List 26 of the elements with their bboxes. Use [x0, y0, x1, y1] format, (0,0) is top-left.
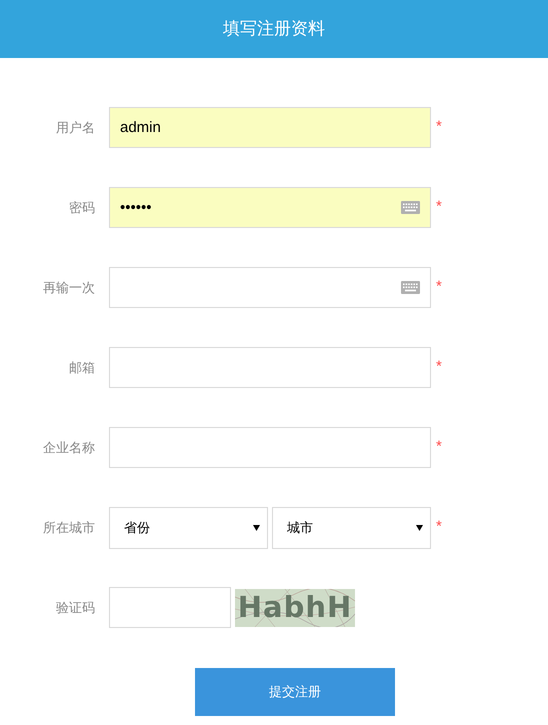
required-mark: * — [436, 517, 442, 538]
select-dropdown[interactable]: 城市 — [272, 506, 431, 548]
required-mark: * — [436, 437, 442, 458]
input-field[interactable] — [109, 347, 431, 388]
field-label: 所在城市 — [43, 518, 95, 537]
input-field[interactable] — [109, 587, 231, 628]
required-mark: * — [436, 117, 442, 138]
required-mark: * — [436, 277, 442, 298]
field-label: 用户名 — [56, 118, 95, 137]
input-field[interactable]: admin — [109, 107, 431, 148]
input-field[interactable]: •••••• — [109, 187, 431, 228]
field-label: 密码 — [69, 198, 95, 217]
required-mark: * — [436, 357, 442, 378]
select-dropdown[interactable]: 省份 — [109, 506, 268, 548]
input-field[interactable] — [109, 267, 431, 308]
page-title: 填写注册资料 — [223, 18, 325, 40]
input-field[interactable] — [109, 427, 431, 468]
field-label: 企业名称 — [43, 438, 95, 457]
field-label: 邮箱 — [69, 358, 95, 377]
keyboard-icon[interactable] — [401, 201, 420, 214]
field-label: 验证码 — [56, 598, 95, 617]
keyboard-icon[interactable] — [401, 281, 420, 294]
field-label: 再输一次 — [43, 278, 95, 297]
required-mark: * — [436, 197, 442, 218]
dropdown-arrow-icon — [253, 524, 260, 531]
dropdown-arrow-icon — [416, 524, 423, 531]
